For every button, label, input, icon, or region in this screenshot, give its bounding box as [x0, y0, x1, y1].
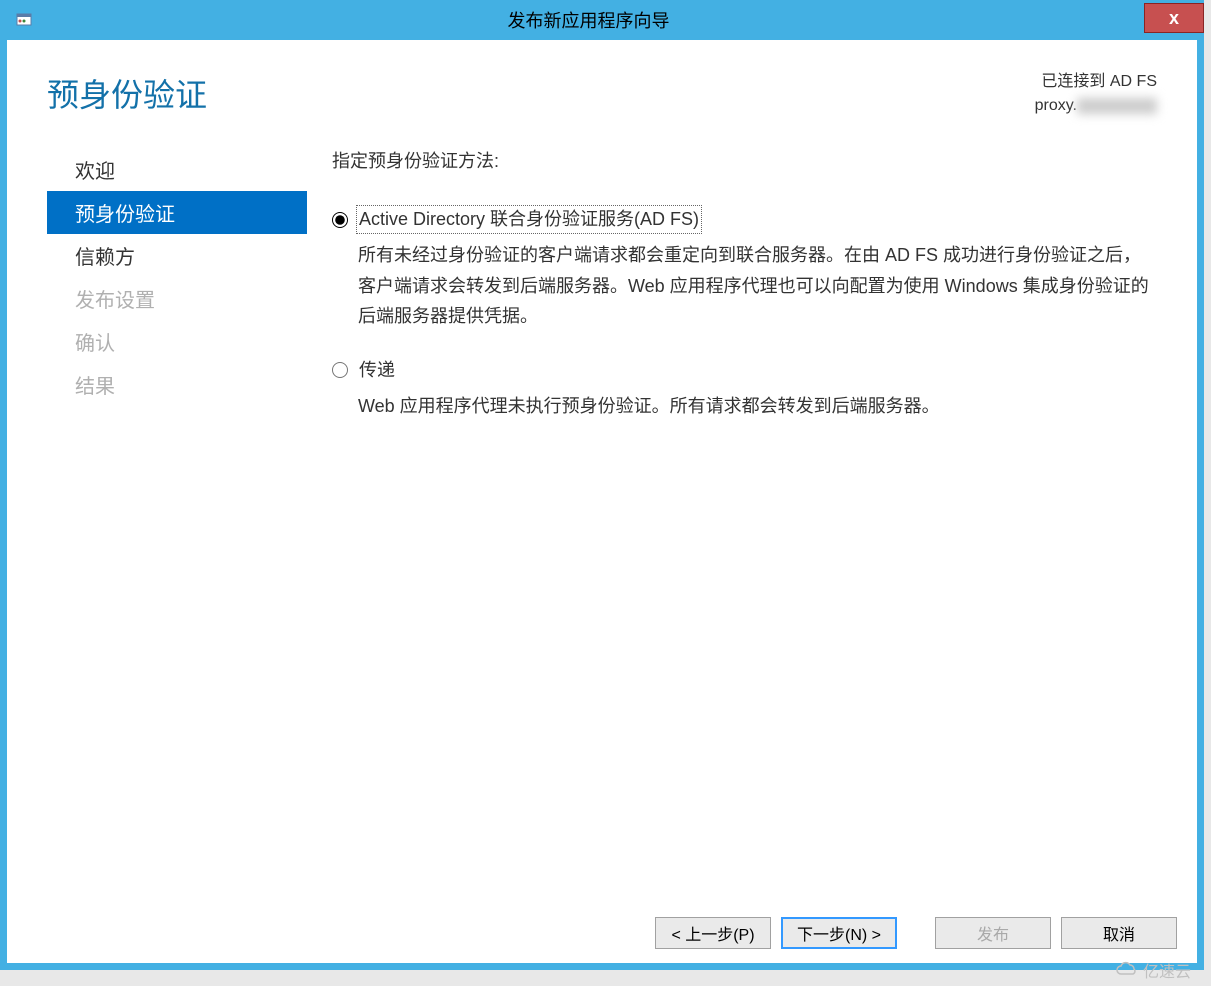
body-area: 欢迎 预身份验证 信赖方 发布设置 确认 结果 指定预身份验证方法: Activ… — [7, 138, 1197, 907]
cancel-button[interactable]: 取消 — [1061, 917, 1177, 949]
connection-line-1: 已连接到 AD FS — [1035, 70, 1157, 94]
window-title: 发布新应用程序向导 — [33, 7, 1144, 33]
step-preauth[interactable]: 预身份验证 — [47, 191, 307, 234]
publish-button: 发布 — [935, 917, 1051, 949]
titlebar: 发布新应用程序向导 x — [7, 0, 1197, 40]
radio-row-passthrough[interactable]: 传递 — [332, 356, 1152, 385]
wizard-window: 发布新应用程序向导 x 预身份验证 已连接到 AD FS proxy. 欢迎 预… — [0, 0, 1204, 970]
header-area: 预身份验证 已连接到 AD FS proxy. — [7, 40, 1197, 138]
page-title: 预身份验证 — [47, 70, 207, 116]
instruction-label: 指定预身份验证方法: — [332, 148, 1152, 175]
close-icon: x — [1169, 8, 1179, 29]
step-result: 结果 — [47, 363, 307, 406]
step-relying-party[interactable]: 信赖方 — [47, 234, 307, 277]
radio-option-passthrough: 传递 Web 应用程序代理未执行预身份验证。所有请求都会转发到后端服务器。 — [332, 356, 1152, 422]
obscured-hostname — [1077, 98, 1157, 114]
step-confirm: 确认 — [47, 320, 307, 363]
watermark: 亿速云 — [1115, 958, 1191, 982]
wizard-steps-sidebar: 欢迎 预身份验证 信赖方 发布设置 确认 结果 — [47, 138, 307, 907]
radio-adfs-description: 所有未经过身份验证的客户端请求都会重定向到联合服务器。在由 AD FS 成功进行… — [358, 240, 1152, 332]
close-button[interactable]: x — [1144, 3, 1204, 33]
watermark-text: 亿速云 — [1143, 958, 1191, 982]
step-welcome[interactable]: 欢迎 — [47, 148, 307, 191]
next-button[interactable]: 下一步(N) > — [781, 917, 897, 949]
cloud-icon — [1115, 961, 1139, 979]
radio-passthrough-description: Web 应用程序代理未执行预身份验证。所有请求都会转发到后端服务器。 — [358, 391, 1152, 422]
footer-buttons: < 上一步(P) 下一步(N) > 发布 取消 — [7, 907, 1197, 963]
content-panel: 指定预身份验证方法: Active Directory 联合身份验证服务(AD … — [307, 138, 1187, 907]
radio-adfs-input[interactable] — [332, 212, 348, 228]
radio-adfs-label: Active Directory 联合身份验证服务(AD FS) — [356, 205, 702, 234]
connection-line-2: proxy. — [1035, 94, 1157, 118]
radio-row-adfs[interactable]: Active Directory 联合身份验证服务(AD FS) — [332, 205, 1152, 234]
radio-passthrough-label: 传递 — [356, 356, 398, 385]
step-publish-settings: 发布设置 — [47, 277, 307, 320]
connection-status: 已连接到 AD FS proxy. — [1035, 70, 1157, 118]
back-button[interactable]: < 上一步(P) — [655, 917, 771, 949]
radio-option-adfs: Active Directory 联合身份验证服务(AD FS) 所有未经过身份… — [332, 205, 1152, 332]
app-icon — [15, 11, 33, 29]
radio-passthrough-input[interactable] — [332, 362, 348, 378]
